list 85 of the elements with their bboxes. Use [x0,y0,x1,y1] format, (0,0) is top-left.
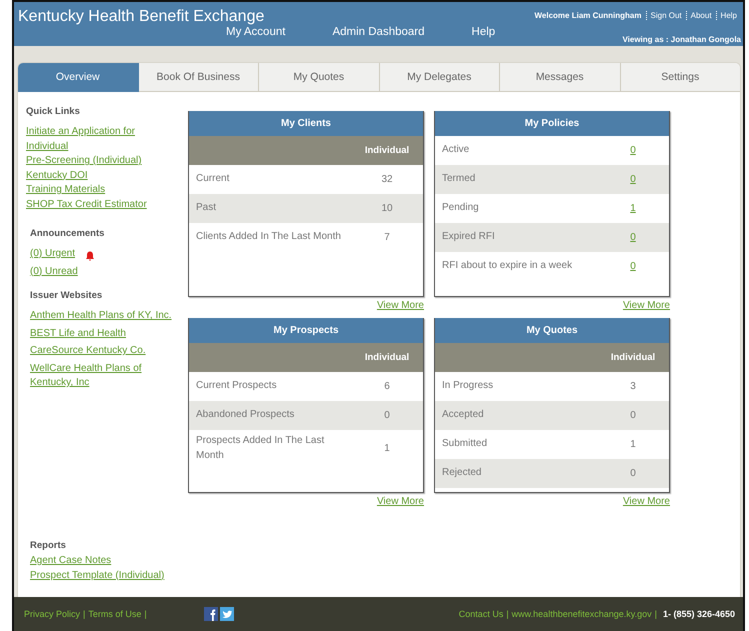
tab[interactable]: Book Of Business [138,63,259,92]
viewing-as-text: Viewing as : Jonathan Gongola [622,35,741,44]
sidebar-link[interactable]: Pre-Screening (Individual) [26,154,176,168]
row-label: Expired RFI [441,230,496,244]
view-more-link[interactable]: View More [622,300,670,311]
section-heading: Issuer Websites [30,290,104,301]
value-link[interactable]: 1 [630,203,636,214]
table-cell-text: 10 [380,203,394,214]
row-label: Current [195,172,230,186]
separator: | [654,609,658,619]
value-link[interactable]: 0 [630,174,636,185]
table-cell-text: 6 [383,381,391,392]
header-link[interactable]: Help [716,11,741,20]
card-title: My Policies [435,111,669,136]
footer-link[interactable]: Contact Us [458,609,504,619]
row-label: Current Prospects [195,379,278,394]
bell-icon [85,250,96,261]
value-link[interactable]: 0 [630,261,636,272]
row-label: RFI about to expire in a week [441,259,574,274]
sidebar-link[interactable]: Initiate an Application for Individual [26,125,176,154]
section-heading: Quick Links [26,106,81,117]
card-title: My Prospects [189,318,423,343]
sidebar-link[interactable]: Prospect Template (Individual) [30,568,176,583]
row-label: Pending [441,201,480,216]
view-more-link[interactable]: View More [376,496,424,507]
sidebar-link[interactable]: (0) Urgent [30,247,76,262]
header-link[interactable]: Sign Out [646,11,686,20]
column-header: Individual [610,352,656,363]
table-cell-text: 32 [380,174,394,185]
site-title: Kentucky Health Benefit Exchange [18,8,264,26]
value-link[interactable]: 0 [630,232,636,243]
sidebar-link[interactable]: Training Materials [26,183,176,198]
tab[interactable]: Overview [18,63,138,92]
sidebar-link[interactable]: (0) Unread [30,264,78,279]
view-more-link[interactable]: View More [376,300,424,311]
table-cell-text: 0 [629,410,637,421]
row-label: Past [195,201,218,216]
row-label: Clients Added In The Last Month [195,230,342,244]
sidebar-link[interactable]: Agent Case Notes [30,554,176,568]
nav-link[interactable]: My Account [226,26,286,38]
sidebar-link[interactable]: CareSource Kentucky Co. [30,344,176,358]
header-link[interactable]: About [686,11,716,20]
section-heading: Announcements [30,228,106,239]
bird-icon[interactable] [220,607,234,621]
tab[interactable]: Messages [500,63,620,92]
table-cell-text: 1 [383,443,391,454]
sidebar-link[interactable]: WellCare Health Plans of Kentucky, Inc [30,362,176,390]
footer-link[interactable]: Terms of Use [88,609,142,619]
sidebar-link[interactable]: BEST Life and Health [30,326,176,341]
table-cell-text: 7 [383,232,391,243]
phone-number: 1- (855) 326-4650 [662,609,735,619]
sidebar-link[interactable]: SHOP Tax Credit Estimator [26,198,176,212]
tab[interactable]: My Quotes [259,63,380,92]
table-cell-text: 0 [383,410,391,421]
row-label: Submitted [441,437,488,452]
row-label: Termed [441,172,476,186]
value-link[interactable]: 0 [630,145,636,156]
table-cell-text: 1 [629,439,637,450]
sidebar-link[interactable]: Anthem Health Plans of KY, Inc. [30,309,176,324]
row-label: Rejected [441,466,482,480]
row-label: In Progress [441,379,494,394]
sidebar-link[interactable]: Kentucky DOI [26,168,176,183]
nav-link[interactable]: Help [472,26,496,38]
table-cell-text: 0 [629,468,637,479]
tab[interactable]: Settings [620,63,740,92]
card-title: My Clients [189,111,423,136]
column-header: Individual [364,352,410,363]
welcome-text: Welcome Liam Cunningham [534,11,642,20]
column-header: Individual [364,145,410,156]
section-heading: Reports [30,540,67,551]
table-cell-text: 3 [629,381,637,392]
row-label: Prospects Added In The Last Month [195,434,326,462]
nav-link[interactable]: Admin Dashboard [332,26,425,38]
footer-link[interactable]: www.healthbenefitexchange.ky.gov [512,609,652,619]
footer-link[interactable]: Privacy Policy [24,609,80,619]
separator: | [143,609,148,619]
separator: | [505,609,510,619]
separator: | [82,609,86,619]
tab[interactable]: My Delegates [380,63,500,92]
row-label: Accepted [441,408,485,422]
social-icon[interactable] [204,607,218,621]
view-more-link[interactable]: View More [622,496,670,507]
card-title: My Quotes [435,318,669,343]
row-label: Abandoned Prospects [195,408,296,422]
row-label: Active [441,143,470,158]
